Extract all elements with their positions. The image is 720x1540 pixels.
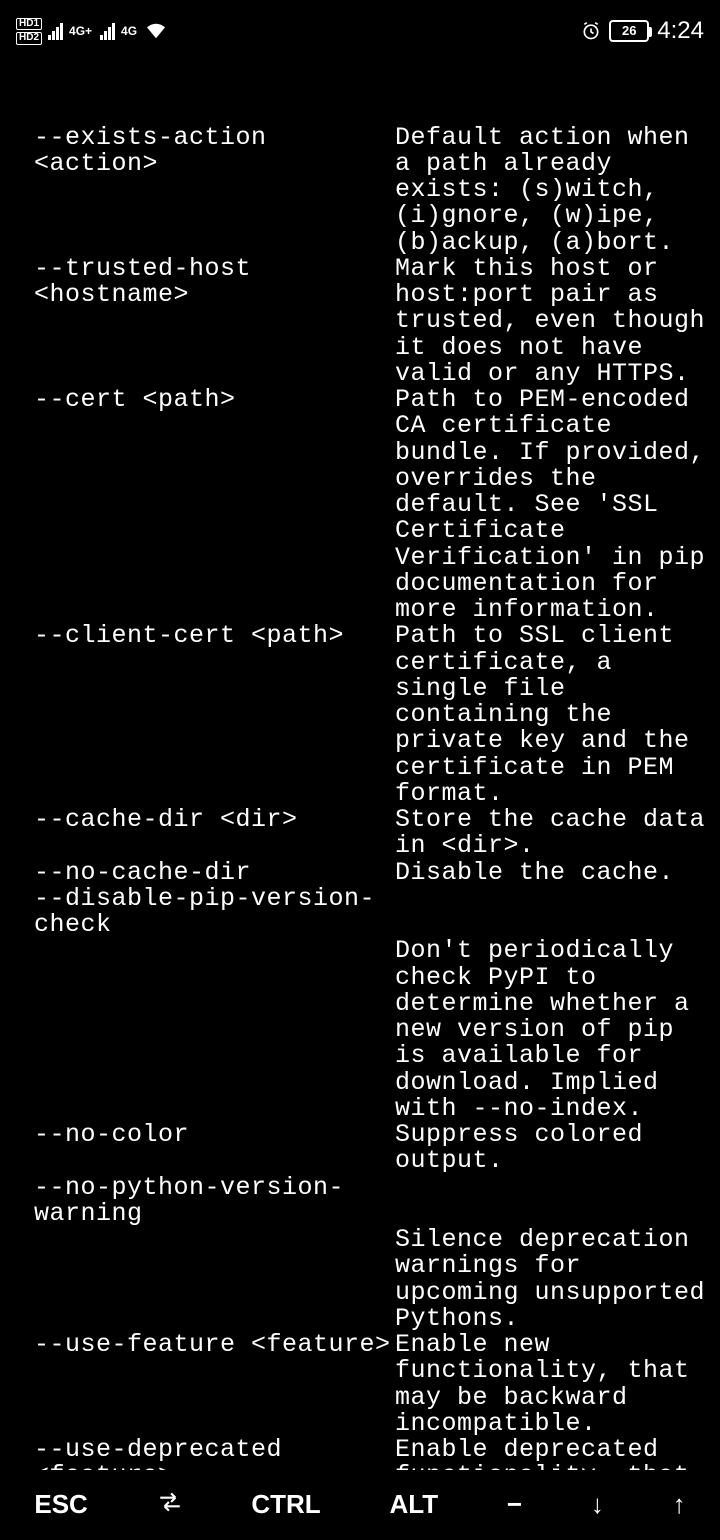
down-key[interactable]: ↓	[579, 1483, 616, 1526]
option-flag: --trusted-host <hostname>	[10, 256, 395, 387]
option-description: Suppress colored output.	[395, 1122, 710, 1175]
option-flag: --cert <path>	[10, 387, 395, 623]
tab-key[interactable]	[145, 1481, 195, 1528]
option-flag: --no-color	[10, 1122, 395, 1175]
network-label-1: 4G+	[69, 25, 92, 38]
signal-icon-2	[100, 22, 115, 40]
option-description: Path to PEM-encoded CA certificate bundl…	[395, 387, 710, 623]
option-description	[395, 1175, 710, 1228]
option-flag: --cache-dir <dir>	[10, 807, 395, 860]
option-row: --exists-action <action>Default action w…	[10, 125, 710, 256]
option-row: --trusted-host <hostname>Mark this host …	[10, 256, 710, 387]
option-flag	[10, 1227, 395, 1332]
option-flag: --no-python-version-warning	[10, 1175, 395, 1228]
option-description	[395, 886, 710, 939]
option-row: Don't periodically check PyPI to determi…	[10, 938, 710, 1122]
option-flag: --client-cert <path>	[10, 623, 395, 807]
option-row: --use-feature <feature>Enable new functi…	[10, 1332, 710, 1437]
option-description: Don't periodically check PyPI to determi…	[395, 938, 710, 1122]
option-row: Silence deprecation warnings for upcomin…	[10, 1227, 710, 1332]
option-flag: --use-feature <feature>	[10, 1332, 395, 1437]
terminal-output[interactable]: --exists-action <action>Default action w…	[0, 62, 720, 1540]
hd1-badge: HD1	[16, 18, 42, 31]
network-label-2: 4G	[121, 25, 137, 38]
option-description: Store the cache data in <dir>.	[395, 807, 710, 860]
option-description: Enable new functionality, that may be ba…	[395, 1332, 710, 1437]
signal-icon-1	[48, 22, 63, 40]
status-left: HD1 HD2 4G+ 4G	[16, 18, 167, 45]
option-row: --no-python-version-warning	[10, 1175, 710, 1228]
extra-keys-bar: ESC CTRL ALT − ↓ ↑	[0, 1470, 720, 1540]
option-description: Mark this host or host:port pair as trus…	[395, 256, 710, 387]
hd-indicators: HD1 HD2	[16, 18, 42, 45]
hd2-badge: HD2	[16, 32, 42, 45]
option-description: Path to SSL client certificate, a single…	[395, 623, 710, 807]
option-row: --client-cert <path>Path to SSL client c…	[10, 623, 710, 807]
battery-icon: 26	[609, 20, 649, 42]
option-flag	[10, 938, 395, 1122]
alt-key[interactable]: ALT	[377, 1483, 450, 1526]
tab-icon	[157, 1489, 183, 1515]
option-flag: --disable-pip-version-check	[10, 886, 395, 939]
option-row: --no-colorSuppress colored output.	[10, 1122, 710, 1175]
status-bar: HD1 HD2 4G+ 4G 26 4:24	[0, 0, 720, 62]
option-row: --no-cache-dirDisable the cache.	[10, 860, 710, 886]
option-description: Default action when a path already exist…	[395, 125, 710, 256]
esc-key[interactable]: ESC	[22, 1483, 99, 1526]
option-flag: --no-cache-dir	[10, 860, 395, 886]
option-row: --cache-dir <dir>Store the cache data in…	[10, 807, 710, 860]
up-key[interactable]: ↑	[661, 1483, 698, 1526]
status-right: 26 4:24	[581, 18, 704, 43]
option-description: Silence deprecation warnings for upcomin…	[395, 1227, 710, 1332]
option-row: --disable-pip-version-check	[10, 886, 710, 939]
alarm-icon	[581, 21, 601, 41]
wifi-icon	[145, 22, 167, 40]
option-row: --cert <path>Path to PEM-encoded CA cert…	[10, 387, 710, 623]
dash-key[interactable]: −	[495, 1483, 534, 1526]
battery-level: 26	[622, 24, 636, 38]
option-description: Disable the cache.	[395, 860, 710, 886]
option-flag: --exists-action <action>	[10, 125, 395, 256]
clock: 4:24	[657, 18, 704, 43]
ctrl-key[interactable]: CTRL	[239, 1483, 332, 1526]
